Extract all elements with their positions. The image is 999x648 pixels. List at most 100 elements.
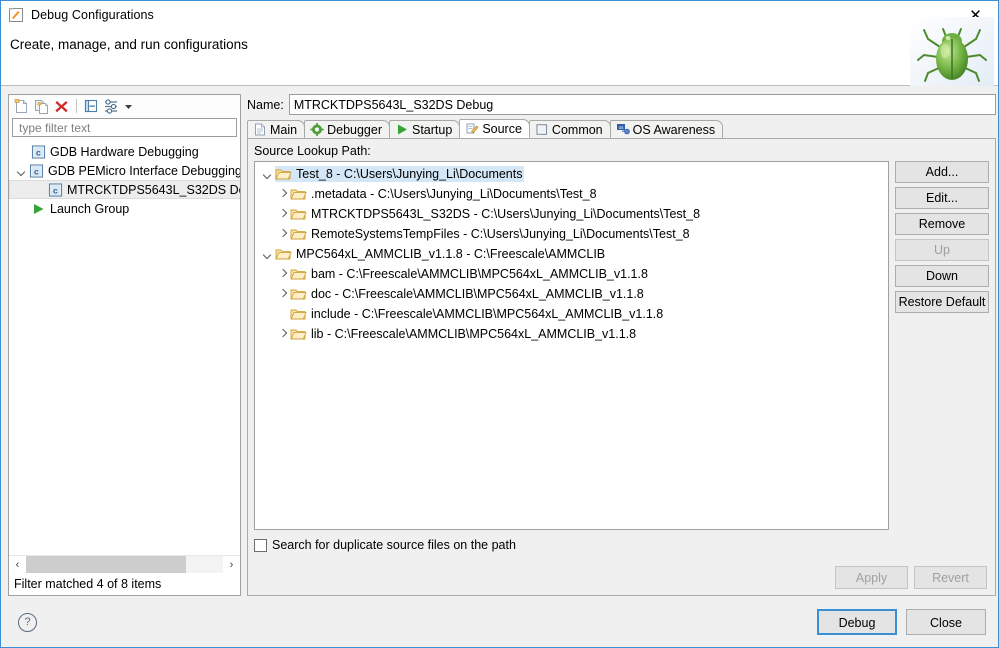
source-lookup-tree[interactable]: Test_8 - C:\Users\Junying_Li\Documents .… <box>254 161 889 530</box>
down-button[interactable]: Down <box>895 265 989 287</box>
tab-os-awareness[interactable]: os OS Awareness <box>609 120 724 138</box>
source-tree-row[interactable]: lib - C:\Freescale\AMMCLIB\MPC564xL_AMMC… <box>255 324 888 344</box>
chevron-down-icon[interactable] <box>15 164 29 178</box>
tab-label: Source <box>482 121 522 136</box>
source-tree-label: include - C:\Freescale\AMMCLIB\MPC564xL_… <box>311 307 664 321</box>
tree-item-label: GDB Hardware Debugging <box>50 144 199 159</box>
tree-item-mtrcktdps5643l-s32ds-debug[interactable]: c MTRCKTDPS5643L_S32DS Debug <box>9 180 240 199</box>
filter-status-text: Filter matched 4 of 8 items <box>9 573 240 595</box>
tree-item-gdb-pemicro-interface-debugging[interactable]: c GDB PEMicro Interface Debugging <box>9 161 240 180</box>
square-icon <box>535 123 549 136</box>
help-icon[interactable]: ? <box>18 612 37 632</box>
search-duplicates-label: Search for duplicate source files on the… <box>272 538 516 552</box>
source-tree-label: lib - C:\Freescale\AMMCLIB\MPC564xL_AMMC… <box>311 327 637 341</box>
source-tree-row[interactable]: doc - C:\Freescale\AMMCLIB\MPC564xL_AMMC… <box>255 284 888 304</box>
collapse-all-icon[interactable] <box>83 98 100 115</box>
chevron-right-icon[interactable] <box>276 287 290 301</box>
source-tree-label: MPC564xL_AMMCLIB_v1.1.8 - C:\Freescale\A… <box>296 247 606 261</box>
source-tree-label: bam - C:\Freescale\AMMCLIB\MPC564xL_AMMC… <box>311 267 648 281</box>
c-config-icon: c <box>29 163 44 178</box>
source-lookup-main: Test_8 - C:\Users\Junying_Li\Documents .… <box>254 161 989 530</box>
c-config-icon: c <box>48 182 63 197</box>
page-title: Create, manage, and run configurations <box>10 37 248 52</box>
dialog-body: c GDB Hardware Debugging c <box>1 86 998 597</box>
window-title: Debug Configurations <box>31 8 154 22</box>
source-tree-label: MTRCKTDPS5643L_S32DS - C:\Users\Junying_… <box>311 207 701 221</box>
scrollbar-thumb[interactable] <box>26 556 186 573</box>
scrollbar-track[interactable] <box>26 556 223 573</box>
apply-revert-row: Apply Revert <box>254 552 989 595</box>
chevron-down-icon[interactable] <box>261 247 275 261</box>
toolbar-separator <box>76 99 77 113</box>
tab-label: Common <box>551 122 603 137</box>
close-button[interactable]: Close <box>906 609 986 635</box>
filter-icon[interactable] <box>103 98 120 115</box>
svg-text:os: os <box>618 125 624 130</box>
tree-item-label: Launch Group <box>50 201 130 216</box>
chevron-right-icon[interactable] <box>276 187 290 201</box>
tab-common[interactable]: Common <box>528 120 611 138</box>
source-tree-label: RemoteSystemsTempFiles - C:\Users\Junyin… <box>311 227 690 241</box>
name-row: Name: <box>247 94 996 115</box>
folder-icon <box>290 187 307 201</box>
source-tree-label: .metadata - C:\Users\Junying_Li\Document… <box>311 187 597 201</box>
name-label: Name: <box>247 97 284 112</box>
folder-icon <box>275 167 292 181</box>
folder-icon <box>290 327 307 341</box>
search-duplicates-row[interactable]: Search for duplicate source files on the… <box>254 538 989 552</box>
tree-item-launch-group[interactable]: Launch Group <box>9 199 240 218</box>
debug-button[interactable]: Debug <box>817 609 897 635</box>
folder-icon <box>290 307 307 321</box>
debug-config-icon <box>8 7 24 23</box>
add-button[interactable]: Add... <box>895 161 989 183</box>
apply-button: Apply <box>835 566 908 589</box>
source-tree-row[interactable]: MTRCKTDPS5643L_S32DS - C:\Users\Junying_… <box>255 204 888 224</box>
title-bar: Debug Configurations ✕ <box>1 1 998 29</box>
revert-button: Revert <box>914 566 987 589</box>
new-launch-configuration-icon[interactable] <box>13 98 30 115</box>
filter-field-wrapper[interactable] <box>12 118 237 137</box>
green-bug-icon <box>910 17 994 89</box>
edit-button[interactable]: Edit... <box>895 187 989 209</box>
tab-label: OS Awareness <box>632 122 716 137</box>
chevron-right-icon[interactable] <box>276 207 290 221</box>
source-tree-row[interactable]: MPC564xL_AMMCLIB_v1.1.8 - C:\Freescale\A… <box>255 244 888 264</box>
source-tree-row[interactable]: bam - C:\Freescale\AMMCLIB\MPC564xL_AMMC… <box>255 264 888 284</box>
dialog-footer: ? Debug Close <box>1 597 998 647</box>
scroll-right-icon[interactable]: › <box>223 556 240 573</box>
duplicate-icon[interactable] <box>33 98 50 115</box>
configurations-panel: c GDB Hardware Debugging c <box>8 94 241 596</box>
filter-input[interactable] <box>17 119 236 136</box>
chevron-right-icon[interactable] <box>276 267 290 281</box>
chevron-right-icon[interactable] <box>276 327 290 341</box>
source-tree-row[interactable]: .metadata - C:\Users\Junying_Li\Document… <box>255 184 888 204</box>
horizontal-scrollbar[interactable]: ‹ › <box>9 555 240 573</box>
source-tree-row[interactable]: include - C:\Freescale\AMMCLIB\MPC564xL_… <box>255 304 888 324</box>
debug-configurations-window: Debug Configurations ✕ Create, manage, a… <box>0 0 999 648</box>
chevron-down-icon[interactable] <box>261 167 275 181</box>
folder-icon <box>290 207 307 221</box>
remove-button[interactable]: Remove <box>895 213 989 235</box>
tree-item-gdb-hardware-debugging[interactable]: c GDB Hardware Debugging <box>9 142 240 161</box>
delete-icon[interactable] <box>53 98 70 115</box>
gear-icon <box>310 123 324 136</box>
search-duplicates-checkbox[interactable] <box>254 538 267 552</box>
scroll-left-icon[interactable]: ‹ <box>9 556 26 573</box>
chevron-right-icon[interactable] <box>276 227 290 241</box>
tree-item-label: GDB PEMicro Interface Debugging <box>48 163 240 178</box>
source-lookup-buttons: Add... Edit... Remove Up Down Restore De… <box>895 161 989 530</box>
view-menu-caret-icon[interactable] <box>123 98 134 115</box>
source-tree-row[interactable]: RemoteSystemsTempFiles - C:\Users\Junyin… <box>255 224 888 244</box>
document-icon <box>253 123 267 136</box>
restore-default-button[interactable]: Restore Default <box>895 291 989 313</box>
tab-label: Main <box>270 122 298 137</box>
configurations-tree[interactable]: c GDB Hardware Debugging c GDB PEMicro I… <box>9 139 240 555</box>
launch-group-icon <box>31 202 46 216</box>
tab-main[interactable]: Main <box>247 120 306 138</box>
source-tree-row[interactable]: Test_8 - C:\Users\Junying_Li\Documents <box>255 164 888 184</box>
tree-item-label: MTRCKTDPS5643L_S32DS Debug <box>67 182 240 197</box>
tab-source[interactable]: Source <box>459 119 530 138</box>
tab-debugger[interactable]: Debugger <box>304 120 390 138</box>
tab-startup[interactable]: Startup <box>389 120 461 138</box>
configuration-name-input[interactable] <box>288 94 996 115</box>
